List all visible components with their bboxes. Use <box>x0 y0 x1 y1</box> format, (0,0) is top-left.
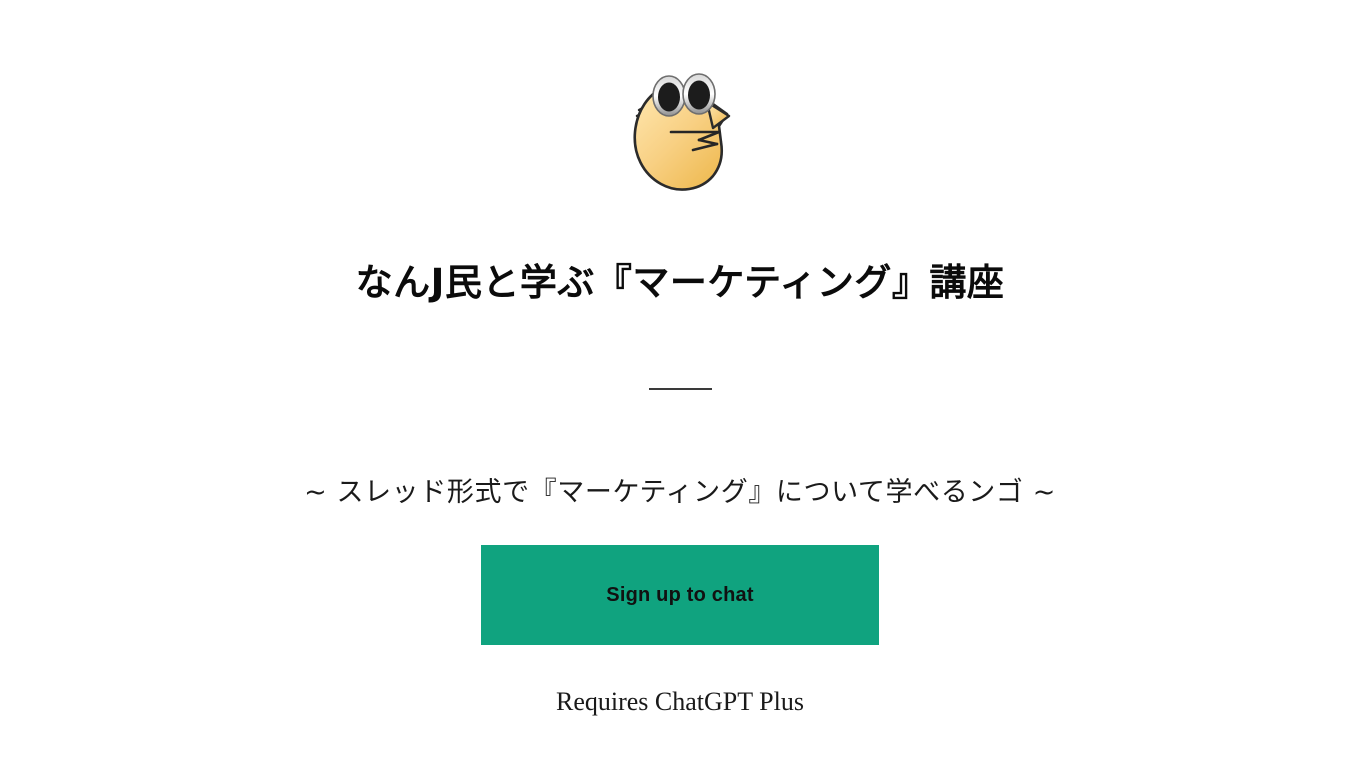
divider-container <box>0 388 1360 390</box>
sign-up-to-chat-button[interactable]: Sign up to chat <box>481 545 879 645</box>
page-subtitle: ~ スレッド形式で『マーケティング』について学べるンゴ ~ <box>304 477 1056 508</box>
landing-page: なんJ民と学ぶ『マーケティング』講座 ~ スレッド形式で『マーケティング』につい… <box>0 0 1360 764</box>
right-eye-icon <box>682 73 716 115</box>
page-title: なんJ民と学ぶ『マーケティング』講座 <box>355 261 1005 304</box>
cta-container: Sign up to chat <box>0 545 1360 645</box>
yaruo-face-icon <box>633 73 731 191</box>
requirement-note: Requires ChatGPT Plus <box>556 687 804 716</box>
avatar-container <box>0 70 1360 196</box>
divider-rule <box>648 388 712 390</box>
left-eye-icon <box>652 75 686 117</box>
